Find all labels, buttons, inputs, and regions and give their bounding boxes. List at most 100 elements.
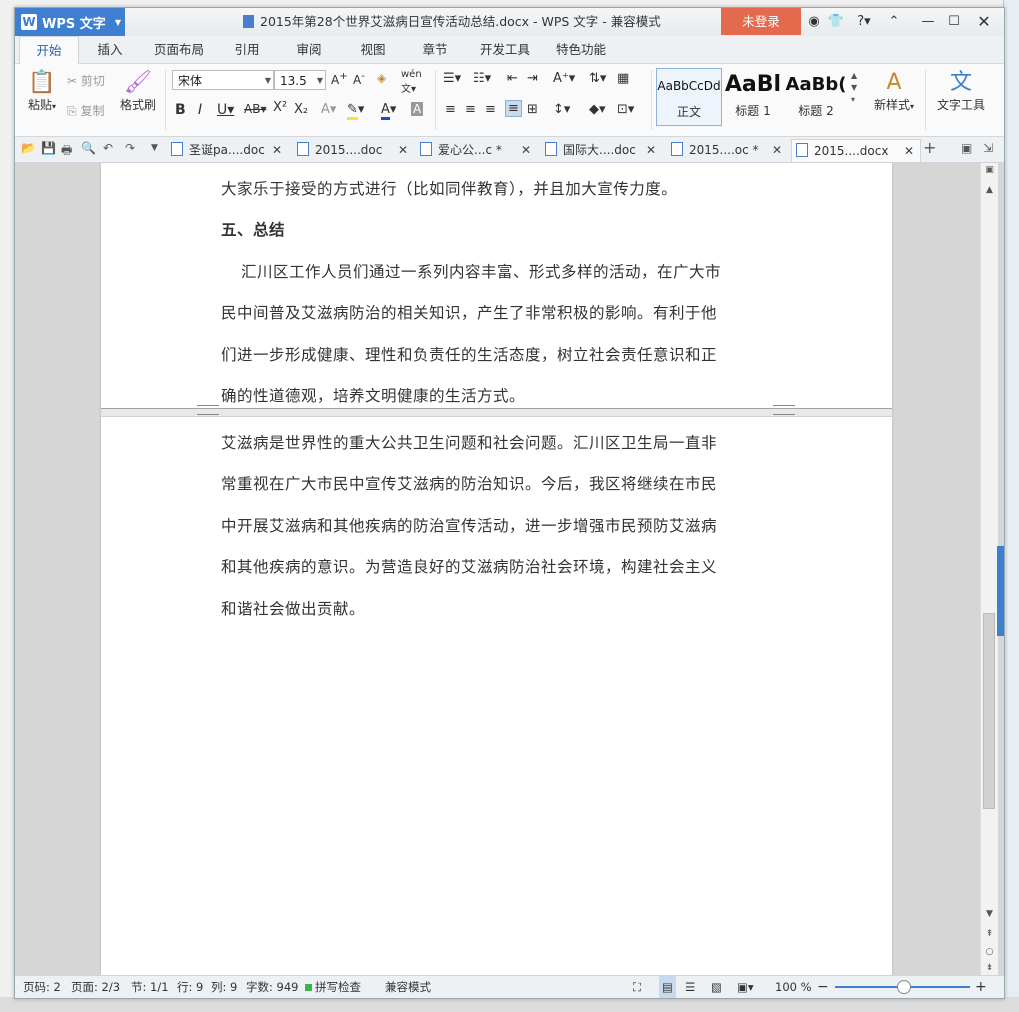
doc-tab[interactable]: 2015....oc * ✕	[671, 139, 786, 161]
tab-insert[interactable]: 插入	[85, 36, 135, 63]
align-right-icon[interactable]: ≡	[485, 102, 496, 117]
strikethrough-icon[interactable]: AB▾	[244, 102, 266, 116]
new-tab-icon[interactable]: +	[923, 138, 936, 157]
increase-indent-icon[interactable]: ⇥	[527, 71, 538, 86]
shrink-font-icon[interactable]: A-	[353, 71, 365, 87]
zoom-level[interactable]: 100 %	[775, 976, 812, 998]
status-word-count[interactable]: 字数: 949	[246, 976, 298, 998]
grow-font-icon[interactable]: A+	[331, 71, 348, 87]
zoom-out-icon[interactable]: −	[817, 976, 829, 998]
vertical-scrollbar[interactable]: ▣ ▲ ▼ ⇞ ○ ⇟	[980, 163, 998, 975]
superscript-icon[interactable]: X²	[273, 100, 287, 115]
doc-tab[interactable]: 2015....doc ✕	[297, 139, 412, 161]
tab-features[interactable]: 特色功能	[549, 36, 613, 63]
style-gallery-scroll[interactable]: ▲ ▼ ▾	[851, 70, 857, 106]
spell-check-toggle[interactable]: 拼写检查	[305, 976, 361, 998]
distributed-icon[interactable]: ⊞	[527, 102, 538, 117]
align-center-icon[interactable]: ≡	[465, 102, 476, 117]
close-tab-icon[interactable]: ✕	[646, 139, 656, 161]
reading-view-icon[interactable]: ▣▾	[737, 976, 754, 998]
font-size-combo[interactable]: 13.5 ▼	[274, 70, 326, 90]
text-tools-button[interactable]: 文 文字工具	[931, 70, 991, 113]
new-style-button[interactable]: A 新样式▾	[867, 70, 921, 113]
justify-icon[interactable]: ≡	[505, 100, 522, 117]
text-effect-icon[interactable]: A▾	[321, 102, 336, 117]
shading-icon[interactable]: ◆▾	[589, 102, 606, 117]
minimize-icon[interactable]: —	[917, 8, 939, 36]
status-page[interactable]: 页面: 2/3	[71, 976, 120, 998]
italic-icon[interactable]: I	[198, 102, 202, 118]
tab-home[interactable]: 开始	[19, 36, 79, 64]
split-view-icon[interactable]: ▣	[981, 165, 998, 175]
fullscreen-view-icon[interactable]: ⛶	[633, 976, 641, 998]
collapse-ribbon-icon[interactable]: ⌃	[883, 8, 905, 36]
tab-list-icon[interactable]: ▣	[961, 141, 972, 155]
close-tab-icon[interactable]: ✕	[398, 139, 408, 161]
help-icon[interactable]: ?▾	[849, 8, 879, 36]
doc-tab[interactable]: 国际大....doc ✕	[545, 139, 660, 161]
open-folder-icon[interactable]: 📂	[21, 141, 36, 155]
copy-button[interactable]: ⎘ 复制	[67, 102, 104, 119]
document-area[interactable]: 大家乐于接受的方式进行（比如同伴教育），并且加大宣传力度。 五、总结 汇川区工作…	[15, 163, 1004, 975]
doc-tab-active[interactable]: 2015....docx ✕	[791, 139, 921, 162]
tab-page-layout[interactable]: 页面布局	[147, 36, 211, 63]
font-color-icon[interactable]: A▾	[381, 102, 396, 120]
tab-review[interactable]: 审阅	[287, 36, 331, 63]
bold-icon[interactable]: B	[175, 102, 186, 118]
side-panel-handle[interactable]	[997, 546, 1004, 636]
tab-view[interactable]: 视图	[351, 36, 395, 63]
clear-format-icon[interactable]: ◈	[377, 71, 386, 85]
subscript-icon[interactable]: X₂	[294, 102, 308, 117]
doc-tab[interactable]: 圣诞pa....doc ✕	[171, 139, 286, 161]
app-menu-button[interactable]: W WPS 文字 ▼	[15, 8, 125, 36]
close-tab-icon[interactable]: ✕	[772, 139, 782, 161]
skin-icon[interactable]: ◉	[803, 8, 825, 36]
zoom-in-icon[interactable]: +	[975, 976, 987, 998]
quick-access-menu-icon[interactable]: ▼	[151, 143, 158, 153]
scroll-up-icon[interactable]: ▲	[981, 185, 998, 195]
bullet-list-icon[interactable]: ☰▾	[443, 71, 461, 86]
format-painter-button[interactable]: 🖌 格式刷	[115, 70, 161, 113]
align-left-icon[interactable]: ≡	[445, 102, 456, 117]
scroll-down-icon[interactable]: ▼	[981, 909, 998, 919]
next-page-icon[interactable]: ⇟	[981, 963, 998, 973]
document-page[interactable]: 大家乐于接受的方式进行（比如同伴教育），并且加大宣传力度。 五、总结 汇川区工作…	[101, 163, 892, 975]
previous-page-icon[interactable]: ⇞	[981, 929, 998, 939]
text-direction-icon[interactable]: A⁺▾	[553, 71, 575, 86]
sort-icon[interactable]: ⇅▾	[589, 71, 606, 86]
cut-button[interactable]: ✂ 剪切	[67, 72, 105, 89]
print-icon[interactable]: 🖶	[61, 141, 72, 162]
undo-icon[interactable]: ↶	[103, 141, 113, 155]
tab-options-icon[interactable]: ⇲	[983, 141, 993, 155]
border-icon[interactable]: ⊡▾	[617, 102, 634, 117]
browse-object-icon[interactable]: ○	[981, 947, 998, 957]
doc-tab[interactable]: 爱心公...c * ✕	[420, 139, 535, 161]
outline-view-icon[interactable]: ☰	[685, 976, 695, 998]
login-button[interactable]: 未登录	[721, 8, 801, 35]
font-name-combo[interactable]: 宋体 ▼	[172, 70, 274, 90]
close-tab-icon[interactable]: ✕	[904, 140, 914, 162]
tab-references[interactable]: 引用	[225, 36, 269, 63]
underline-icon[interactable]: U▾	[217, 102, 234, 118]
style-heading-1[interactable]: AaBl 标题 1	[722, 68, 784, 124]
pinyin-icon[interactable]: wén 文▾	[401, 69, 422, 95]
redo-icon[interactable]: ↷	[125, 141, 135, 155]
tab-chapter[interactable]: 章节	[413, 36, 457, 63]
page-view-icon[interactable]: ▤	[659, 976, 676, 998]
close-tab-icon[interactable]: ✕	[521, 139, 531, 161]
maximize-icon[interactable]: ☐	[943, 8, 965, 36]
print-preview-icon[interactable]: 🔍	[81, 141, 96, 155]
web-view-icon[interactable]: ▧	[711, 976, 722, 998]
style-heading-2[interactable]: AaBb( 标题 2	[785, 68, 847, 124]
numbered-list-icon[interactable]: ☷▾	[473, 71, 491, 86]
highlight-icon[interactable]: ✎▾	[347, 102, 364, 120]
line-spacing-icon[interactable]: ↕▾	[553, 102, 570, 117]
shirt-icon[interactable]: 👕	[825, 8, 847, 36]
char-shading-icon[interactable]: A	[411, 102, 424, 116]
close-icon[interactable]: ✕	[973, 8, 995, 36]
tab-developer[interactable]: 开发工具	[473, 36, 537, 63]
paste-button[interactable]: 📋 粘贴▾	[23, 70, 61, 113]
close-tab-icon[interactable]: ✕	[272, 139, 282, 161]
decrease-indent-icon[interactable]: ⇤	[507, 71, 518, 86]
style-normal[interactable]: AaBbCcDd 正文	[656, 68, 722, 126]
